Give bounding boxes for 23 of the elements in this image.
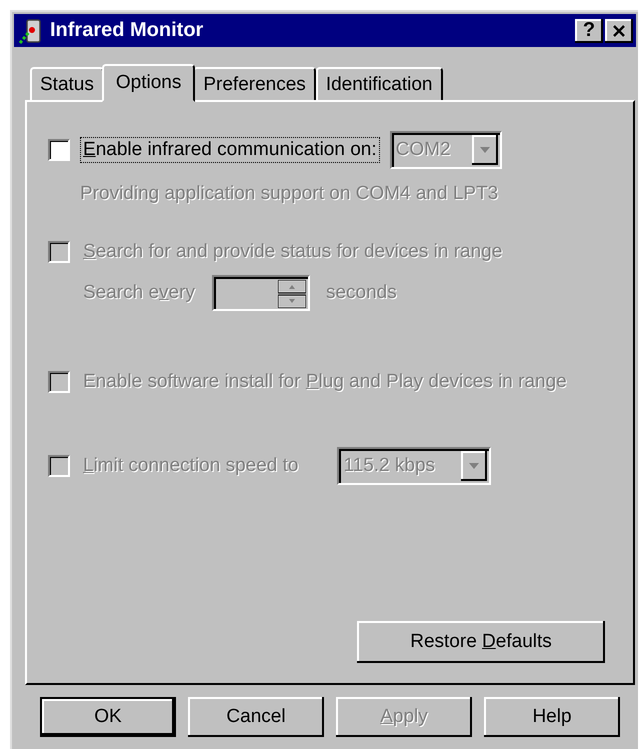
dialog-button[interactable]: OK bbox=[40, 697, 176, 737]
restore-defaults-button[interactable]: Restore Defaults bbox=[357, 621, 605, 663]
close-button[interactable] bbox=[605, 18, 633, 42]
field-unit: seconds bbox=[326, 282, 397, 304]
infrared-device-icon bbox=[18, 16, 44, 44]
checkbox-label: Enable infrared communication on: bbox=[80, 137, 380, 163]
tab[interactable]: Preferences bbox=[193, 67, 316, 100]
checkbox-label: Enable software install for Plug and Play devices in range bbox=[82, 370, 568, 394]
tab[interactable]: Status bbox=[30, 67, 104, 100]
spinner-arrows-icon bbox=[278, 280, 306, 308]
field-label: Search every bbox=[82, 281, 196, 305]
checkbox[interactable] bbox=[48, 139, 70, 161]
tab[interactable]: Identification bbox=[316, 67, 442, 100]
window-title: Infrared Monitor bbox=[50, 19, 204, 42]
close-icon bbox=[612, 24, 626, 38]
info-text: Providing application support on COM4 and LPT3 bbox=[80, 183, 498, 205]
tab[interactable]: Options bbox=[102, 64, 196, 102]
checkbox-label: Limit connection speed to bbox=[82, 454, 300, 478]
number-field[interactable] bbox=[212, 275, 310, 311]
help-button[interactable]: ? bbox=[575, 18, 603, 42]
dialog-button[interactable]: Cancel bbox=[188, 697, 324, 737]
checkbox-label: Search for and provide status for devices in range bbox=[82, 240, 504, 264]
dialog-button[interactable]: Help bbox=[484, 697, 620, 737]
